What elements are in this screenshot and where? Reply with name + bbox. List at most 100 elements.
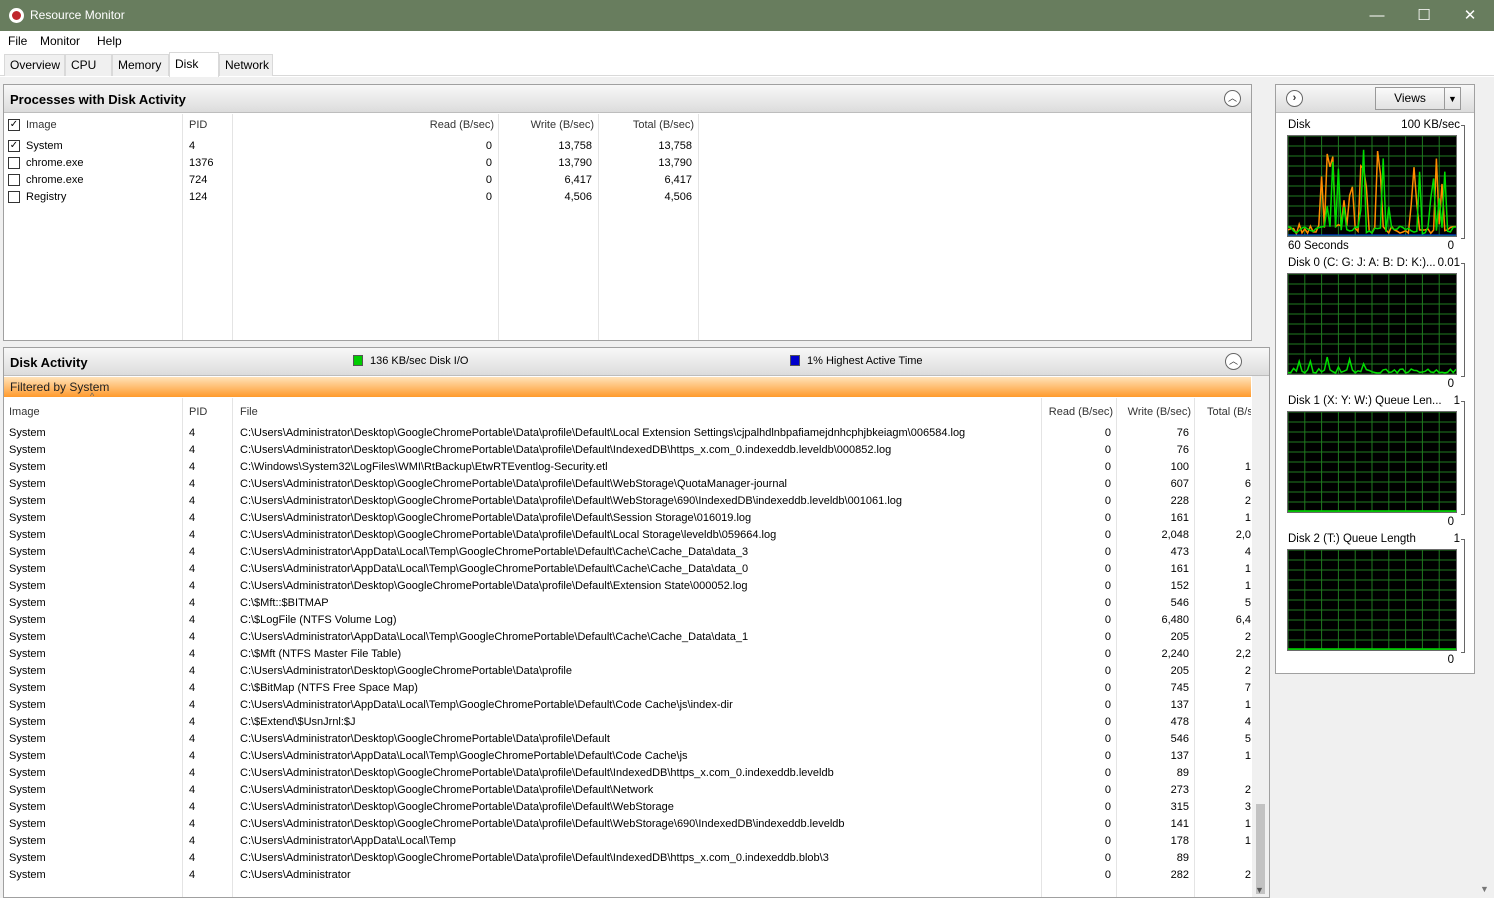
table-row[interactable]: System 4 C:\Users\Administrator\Desktop\Go… [4,731,1252,748]
tab-network[interactable]: Network [219,54,273,76]
scroll-down-icon[interactable]: ▼ [1255,885,1264,895]
table-row[interactable]: System 4 C:\Users\Administrator\Desktop\Go… [4,782,1252,799]
process-image[interactable]: Registry [26,189,66,206]
maximize-button[interactable]: ☐ [1401,0,1447,31]
row-file: C:\$Mft::$BITMAP [240,597,329,609]
table-row[interactable]: System 4 C:\Users\Administrator\Desktop\Go… [4,493,1252,510]
row-image: System [9,750,46,762]
scrollbar-thumb[interactable] [1256,804,1265,894]
table-row[interactable]: System 4 C:\$Extend\$UsnJrnl:$J 0 478 4 [4,714,1252,731]
table-row[interactable]: System 4 C:\$Mft::$BITMAP 0 546 5 [4,595,1252,612]
right-panel-scrollbar[interactable]: ▼ [1477,77,1494,898]
row-read: 0 [1104,631,1111,643]
graph-title: Disk 0 (C: G: J: A: B: D: K:)... [1288,257,1436,269]
select-all-checkbox[interactable]: ✓ [8,119,20,131]
column-header-write[interactable]: Write (B/sec) [494,117,594,134]
row-image: System [9,614,46,626]
process-image[interactable]: chrome.exe [26,172,83,189]
row-pid: 4 [189,665,196,677]
collapse-icon[interactable]: ︿ [1224,90,1241,107]
row-pid: 4 [189,835,196,847]
table-row[interactable]: System 4 C:\Users\Administrator\Desktop\Go… [4,816,1252,833]
row-file: C:\Users\Administrator\Desktop\GoogleChr… [240,852,829,864]
row-image: System [9,682,46,694]
views-label: Views [1394,91,1426,105]
table-row[interactable]: System 4 C:\$BitMap (NTFS Free Space Map) 0… [4,680,1252,697]
row-total: 2 [1244,631,1251,643]
table-row[interactable]: System 4 C:\Users\Administrator\AppData\Lo… [4,544,1252,561]
table-row[interactable]: System 4 C:\Users\Administrator\AppData\Lo… [4,629,1252,646]
row-pid: 4 [189,546,196,558]
row-read: 0 [1104,444,1111,456]
row-read: 0 [1104,648,1111,660]
process-image[interactable]: chrome.exe [26,155,83,172]
column-header-file[interactable]: File [240,404,258,421]
row-checkbox[interactable] [8,157,20,169]
graph-max-label: 1 [1453,395,1460,407]
row-read: 0 [1104,682,1111,694]
views-button[interactable]: Views ▼ [1375,87,1461,110]
table-row[interactable]: System 4 C:\Users\Administrator\AppData\Lo… [4,697,1252,714]
column-header-read[interactable]: Read (B/sec) [1037,404,1113,421]
tab-overview[interactable]: Overview [4,54,65,76]
column-header-write[interactable]: Write (B/sec) [1114,404,1191,421]
process-image[interactable]: System [26,138,63,155]
row-checkbox[interactable] [8,191,20,203]
table-row[interactable]: System 4 C:\Users\Administrator 0 282 2 [4,867,1252,884]
filter-banner: Filtered by System [4,377,1251,397]
row-total: 1 [1244,699,1251,711]
table-row[interactable]: System 4 C:\Users\Administrator\Desktop\Go… [4,425,1252,442]
process-pid: 4 [189,140,196,152]
vertical-scrollbar[interactable]: ▼ [1252,376,1269,897]
row-file: C:\$Extend\$UsnJrnl:$J [240,716,356,728]
disk-activity-header[interactable]: Disk Activity 136 KB/sec Disk I/O 1% Hig… [4,348,1269,376]
minimize-button[interactable]: — [1354,0,1400,31]
table-row[interactable]: System 4 C:\Users\Administrator\Desktop\Go… [4,578,1252,595]
column-header-image[interactable]: Image [26,117,57,134]
row-file: C:\$Mft (NTFS Master File Table) [240,648,402,660]
views-dropdown-icon[interactable]: ▼ [1448,91,1457,108]
table-row[interactable]: System 4 C:\Users\Administrator\Desktop\Go… [4,663,1252,680]
close-button[interactable]: ✕ [1447,0,1493,31]
row-image: System [9,631,46,643]
table-row[interactable]: System 4 C:\Users\Administrator\AppData\Lo… [4,833,1252,850]
table-row[interactable]: System 4 C:\Users\Administrator\Desktop\Go… [4,510,1252,527]
table-row[interactable]: System 4 C:\Users\Administrator\Desktop\Go… [4,850,1252,867]
column-header-total[interactable]: Total (B/s [1207,404,1251,421]
table-row[interactable]: System 4 C:\Users\Administrator\Desktop\Go… [4,799,1252,816]
column-header-total[interactable]: Total (B/sec) [594,117,694,134]
tab-cpu[interactable]: CPU [65,54,112,76]
graph-max-label: 0.01 [1437,257,1460,269]
row-total: 1 [1244,750,1251,762]
menu-monitor[interactable]: Monitor [40,34,80,48]
processes-header[interactable]: Processes with Disk Activity ︿ [4,85,1251,113]
process-total: 6,417 [664,174,692,186]
table-row[interactable]: System 4 C:\Windows\System32\LogFiles\WMI\… [4,459,1252,476]
row-checkbox[interactable] [8,174,20,186]
table-row[interactable]: System 4 C:\Users\Administrator\Desktop\Go… [4,527,1252,544]
expand-chevron-right-icon[interactable]: › [1286,90,1303,107]
table-row[interactable]: System 4 C:\Users\Administrator\AppData\Lo… [4,748,1252,765]
table-row[interactable]: System 4 C:\Users\Administrator\Desktop\Go… [4,442,1252,459]
menu-help[interactable]: Help [97,34,122,48]
row-total: 2,2 [1235,648,1251,660]
tab-disk[interactable]: Disk [169,52,219,77]
row-checkbox[interactable]: ✓ [8,140,20,152]
column-header-pid[interactable]: PID [189,404,207,421]
collapse-icon[interactable]: ︿ [1225,353,1242,370]
column-header-image[interactable]: Image [9,404,40,421]
tab-bar: Overview CPU Memory Disk Network [0,52,1494,77]
row-read: 0 [1104,750,1111,762]
row-file: C:\Users\Administrator [240,869,351,881]
table-row[interactable]: System 4 C:\Users\Administrator\Desktop\Go… [4,476,1252,493]
table-row[interactable]: System 4 C:\$LogFile (NTFS Volume Log) 0 6,4… [4,612,1252,629]
menu-file[interactable]: File [8,34,27,48]
column-header-read[interactable]: Read (B/sec) [394,117,494,134]
tab-memory[interactable]: Memory [112,54,169,76]
column-header-pid[interactable]: PID [189,117,207,134]
table-row[interactable]: System 4 C:\Users\Administrator\Desktop\Go… [4,765,1252,782]
row-read: 0 [1104,716,1111,728]
scroll-down-icon[interactable]: ▼ [1480,884,1489,894]
table-row[interactable]: System 4 C:\Users\Administrator\AppData\Lo… [4,561,1252,578]
table-row[interactable]: System 4 C:\$Mft (NTFS Master File Table) 0… [4,646,1252,663]
